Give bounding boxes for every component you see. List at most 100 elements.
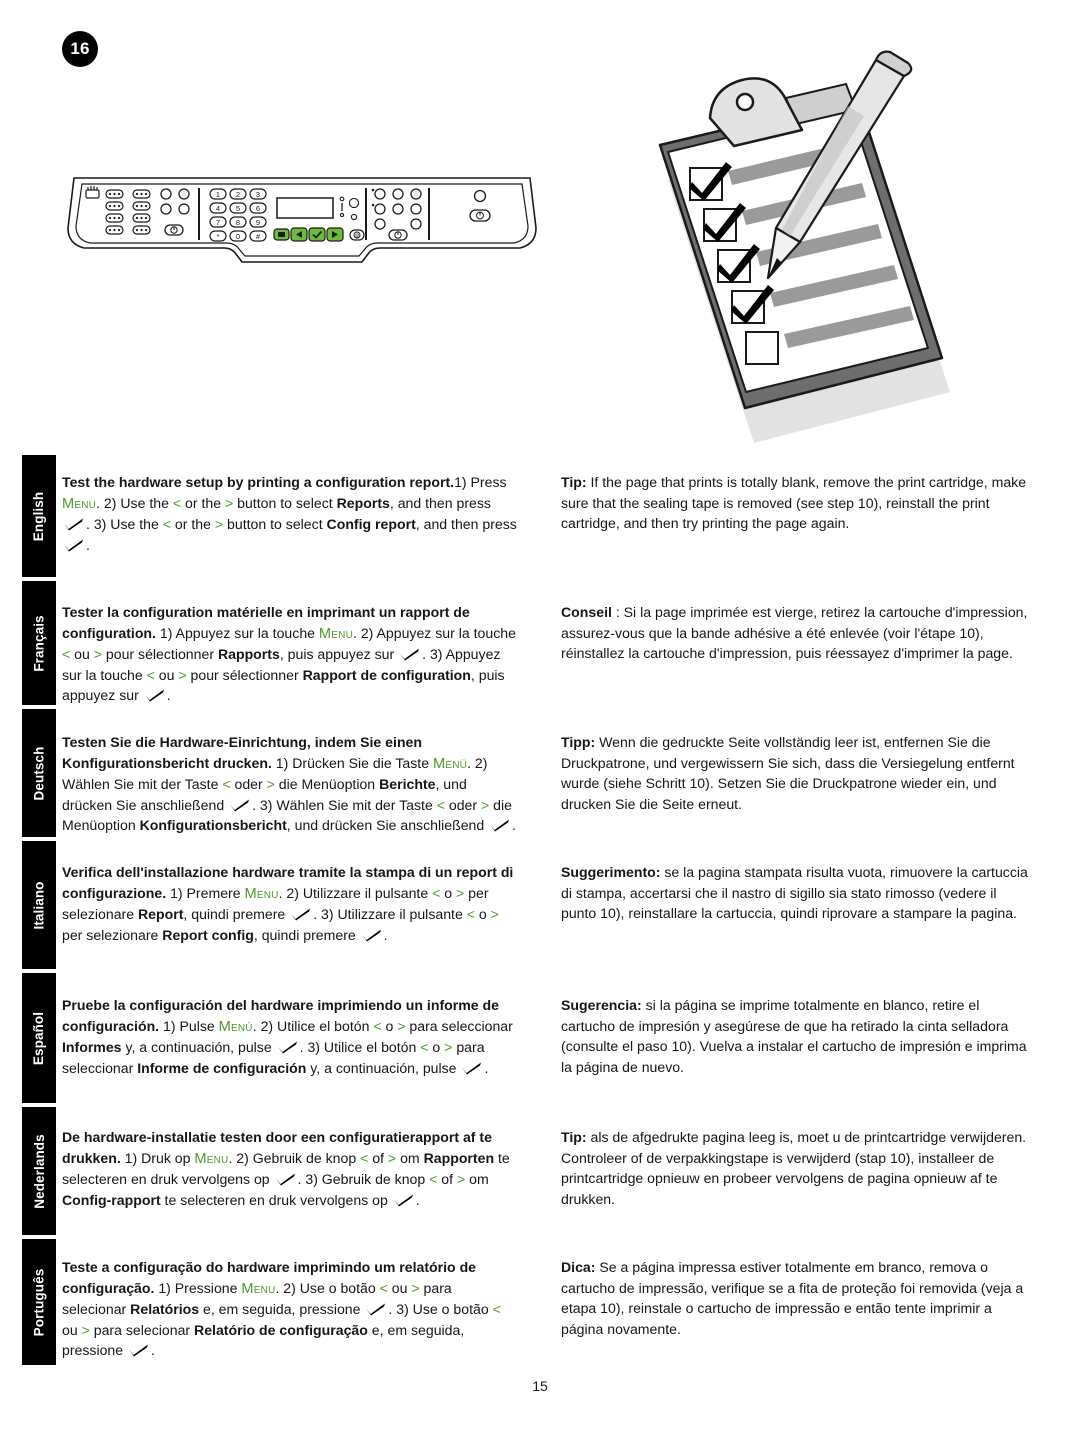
instruction-paragraph: Test the hardware setup by printing a co… <box>62 474 517 553</box>
menu-item-config-report: Config report <box>326 516 416 533</box>
svg-text:*: * <box>217 232 220 241</box>
svg-text:5: 5 <box>236 204 240 213</box>
tip-column: Tipp: Wenn die gedruckte Seite vollständ… <box>561 718 1031 850</box>
language-section-espanol: Pruebe la configuración del hardware imp… <box>62 981 1032 1093</box>
tip-label: Tip: <box>561 474 587 491</box>
tip-label: Sugerencia: <box>561 997 642 1014</box>
svg-text:2: 2 <box>236 190 240 199</box>
language-section-portugues: Teste a configuração do hardware imprimi… <box>62 1243 1032 1375</box>
language-section-italiano: Verifica dell'installazione hardware tra… <box>62 848 1032 960</box>
check-key-icon <box>63 516 85 531</box>
language-tab-espanol[interactable]: Español <box>22 973 56 1103</box>
instruction-heading: Test the hardware setup by printing a co… <box>62 474 455 491</box>
language-tab-label: Français <box>31 614 47 672</box>
svg-text:8: 8 <box>236 218 240 227</box>
tip-paragraph: Sugerencia: si la página se imprime tota… <box>561 995 1031 1077</box>
instructions-column: Testen Sie die Hardware-Einrichtung, ind… <box>62 718 517 850</box>
left-arrow-key: < <box>379 1279 388 1296</box>
left-arrow-key: < <box>436 796 445 813</box>
instructions-column: Verifica dell'installazione hardware tra… <box>62 848 517 960</box>
tip-column: Sugerencia: si la página se imprime tota… <box>561 981 1031 1093</box>
menu-item-config-report: Relatório de configuração <box>194 1321 368 1338</box>
left-arrow-key: < <box>172 494 182 511</box>
language-tab-deutsch[interactable]: Deutsch <box>22 709 56 837</box>
tip-text: als de afgedrukte pagina leeg is, moet u… <box>561 1129 1027 1207</box>
tip-paragraph: Conseil : Si la page imprimée est vierge… <box>561 602 1031 664</box>
tip-paragraph: Tip: als de afgedrukte pagina leeg is, m… <box>561 1127 1031 1209</box>
tip-paragraph: Dica: Se a página impressa estiver total… <box>561 1257 1031 1339</box>
page-number-value: 15 <box>532 1378 548 1394</box>
instruction-paragraph: Testen Sie die Hardware-Einrichtung, ind… <box>62 734 517 834</box>
check-key-icon <box>461 1060 483 1075</box>
tip-column: Suggerimento: se la pagina stampata risu… <box>561 848 1031 960</box>
language-tab-label: English <box>31 491 47 541</box>
right-arrow-key: > <box>214 516 224 533</box>
svg-text:3: 3 <box>256 190 260 199</box>
check-key-icon <box>365 1301 387 1316</box>
language-section-nederlands: De hardware-installatie testen door een … <box>62 1113 1032 1225</box>
menu-item-config-report: Rapport de configuration <box>302 666 471 683</box>
menu-item-config-report: Konfigurationsbericht <box>139 817 287 834</box>
menu-item-reports: Informes <box>62 1039 122 1056</box>
check-key-icon <box>128 1342 150 1357</box>
language-tab-english[interactable]: English <box>22 455 56 577</box>
check-key-icon <box>144 687 166 702</box>
right-arrow-key: > <box>397 1017 406 1034</box>
language-section-francais: Tester la configuration matérielle en im… <box>62 588 1032 720</box>
instruction-paragraph: Pruebe la configuración del hardware imp… <box>62 997 513 1076</box>
left-arrow-key: < <box>162 516 171 533</box>
language-tab-label: Nederlands <box>31 1133 47 1209</box>
svg-text:7: 7 <box>216 218 220 227</box>
menu-item-reports: Rapporten <box>423 1149 495 1166</box>
check-key-icon <box>399 646 421 661</box>
menu-item-reports: Relatórios <box>130 1301 200 1318</box>
svg-text:1: 1 <box>216 190 220 199</box>
right-arrow-key: > <box>387 1149 397 1166</box>
menu-item-config-report: Report config <box>162 926 254 943</box>
right-arrow-key: > <box>490 906 499 923</box>
instructions-column: De hardware-installatie testen door een … <box>62 1113 517 1225</box>
left-arrow-key: < <box>222 776 231 793</box>
language-rail: English Français Deutsch Italiano Españo… <box>22 455 56 1365</box>
instruction-paragraph: Tester la configuration matérielle en im… <box>62 604 516 704</box>
right-arrow-key: > <box>456 1171 466 1188</box>
tip-label: Suggerimento: <box>561 864 661 881</box>
right-arrow-key: > <box>178 666 187 683</box>
language-tab-portugues[interactable]: Português <box>22 1239 56 1365</box>
language-tab-nederlands[interactable]: Nederlands <box>22 1107 56 1235</box>
tip-text: Se a página impressa estiver totalmente … <box>561 1259 1024 1337</box>
language-tab-label: Español <box>31 1011 47 1065</box>
left-arrow-key: < <box>146 666 155 683</box>
language-tab-italiano[interactable]: Italiano <box>22 841 56 969</box>
printer-control-panel-illustration: 123 456 789 * 0 # @ <box>62 170 542 280</box>
menu-key-label: Menu <box>194 1150 229 1167</box>
menu-key-label: Menu <box>318 625 353 642</box>
right-arrow-key: > <box>266 776 275 793</box>
check-key-icon <box>275 1171 297 1186</box>
menu-item-config-report: Informe de configuración <box>137 1059 307 1076</box>
language-tab-label: Deutsch <box>31 746 47 800</box>
tip-label: Conseil <box>561 604 612 621</box>
menu-key-label: Menú <box>218 1018 253 1035</box>
clipboard-checklist-illustration <box>650 40 980 460</box>
step-number: 16 <box>70 39 90 58</box>
left-arrow-key: < <box>466 906 475 923</box>
language-tab-francais[interactable]: Français <box>22 581 56 705</box>
menu-key-label: Menü <box>432 755 468 772</box>
check-key-icon <box>290 906 312 921</box>
menu-item-reports: Reports <box>336 494 390 511</box>
menu-item-reports: Rapports <box>217 646 280 663</box>
check-key-icon <box>393 1192 415 1207</box>
tip-paragraph: Tipp: Wenn die gedruckte Seite vollständ… <box>561 732 1031 814</box>
instruction-paragraph: Teste a configuração do hardware imprimi… <box>62 1259 501 1359</box>
menu-key-label: Menu <box>241 1280 276 1297</box>
tip-text: If the page that prints is totally blank… <box>561 474 1027 532</box>
clipboard-svg <box>658 50 950 443</box>
language-section-english: Test the hardware setup by printing a co… <box>62 458 1032 570</box>
svg-text:0: 0 <box>236 232 240 241</box>
tip-label: Tip: <box>561 1129 587 1146</box>
tip-column: Tip: If the page that prints is totally … <box>561 458 1031 570</box>
menu-key-label: Menu <box>244 885 279 902</box>
check-key-icon <box>361 927 383 942</box>
svg-text:4: 4 <box>216 204 220 213</box>
